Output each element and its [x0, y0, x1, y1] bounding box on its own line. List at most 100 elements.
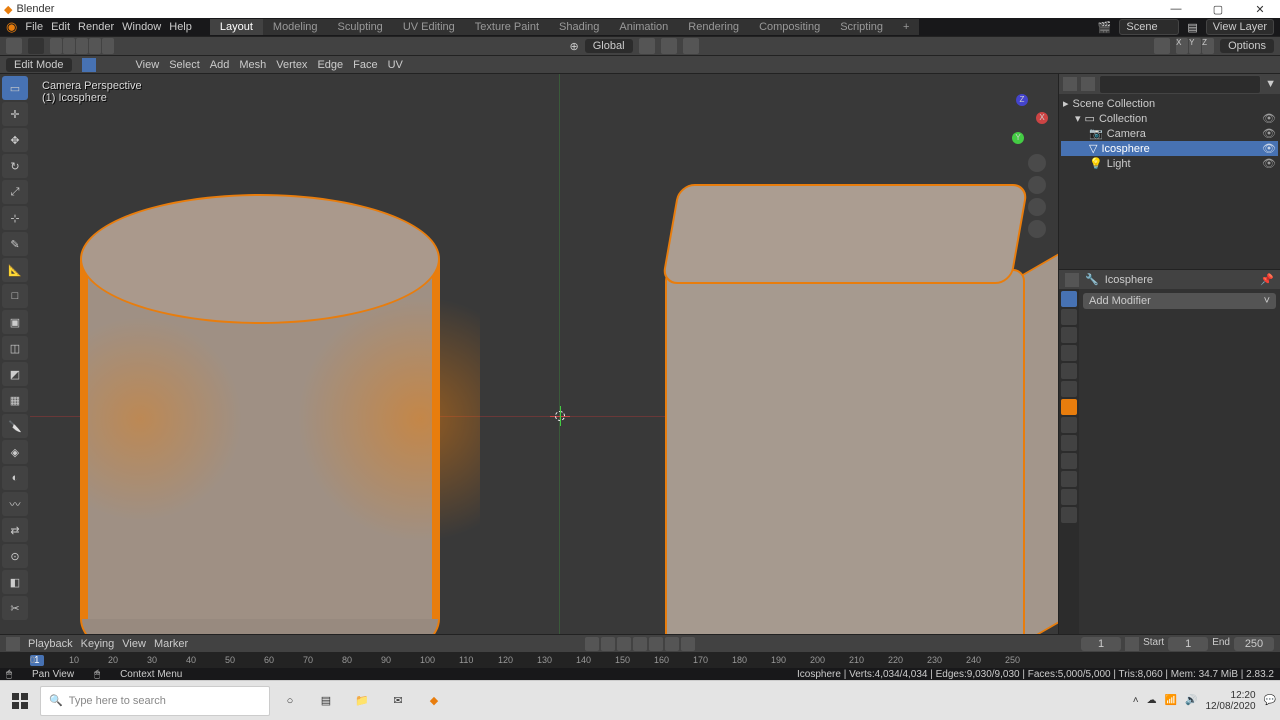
mode-dropdown[interactable]: Edit Mode: [6, 58, 72, 72]
camera-view-icon[interactable]: [1028, 198, 1046, 216]
edge-slide-tool[interactable]: ⇄: [2, 518, 28, 542]
snap-btn-1[interactable]: [50, 38, 62, 54]
visibility-toggle-icon[interactable]: 👁: [1262, 157, 1276, 170]
object-tab[interactable]: [1061, 399, 1077, 415]
playback-menu[interactable]: Playback: [28, 638, 73, 650]
edge-menu[interactable]: Edge: [317, 59, 343, 71]
particles-tab[interactable]: [1061, 435, 1077, 451]
menu-file[interactable]: File: [25, 21, 43, 33]
window-close-button[interactable]: ✕: [1244, 3, 1276, 16]
rotate-tool[interactable]: ↻: [2, 154, 28, 178]
visibility-toggle-icon[interactable]: 👁: [1262, 112, 1276, 125]
window-maximize-button[interactable]: ▢: [1202, 3, 1234, 16]
current-frame-field[interactable]: 1: [1081, 637, 1121, 651]
select-tool-icon[interactable]: [28, 38, 44, 54]
physics-tab[interactable]: [1061, 453, 1077, 469]
scene-tab[interactable]: [1061, 363, 1077, 379]
extrude-tool[interactable]: ▣: [2, 310, 28, 334]
options-dropdown[interactable]: Options: [1220, 39, 1274, 53]
perspective-toggle-icon[interactable]: [1028, 220, 1046, 238]
menu-render[interactable]: Render: [78, 21, 114, 33]
viewlayer-field[interactable]: View Layer: [1206, 19, 1274, 35]
cortana-icon[interactable]: ○: [274, 685, 306, 717]
visibility-toggle-icon[interactable]: 👁: [1262, 142, 1276, 155]
select-box-tool[interactable]: ▭: [2, 76, 28, 100]
preview-range-icon[interactable]: [1125, 637, 1139, 651]
outliner-scene-collection[interactable]: ▸ Scene Collection: [1061, 96, 1278, 111]
bevel-tool[interactable]: ◩: [2, 362, 28, 386]
axis-z-toggle[interactable]: Z: [1202, 38, 1214, 54]
jump-end-icon[interactable]: [681, 637, 695, 651]
snap-btn-5[interactable]: [102, 38, 114, 54]
material-tab[interactable]: [1061, 507, 1077, 523]
snap-btn-2[interactable]: [63, 38, 75, 54]
add-menu[interactable]: Add: [210, 59, 230, 71]
tab-modeling[interactable]: Modeling: [263, 19, 328, 35]
tab-rendering[interactable]: Rendering: [678, 19, 749, 35]
play-reverse-icon[interactable]: [633, 637, 647, 651]
timeline-track[interactable]: 1 01020304050607080901001101201301401501…: [0, 652, 1280, 668]
smooth-tool[interactable]: 〰: [2, 492, 28, 516]
gizmo-toggle-icon[interactable]: [1154, 38, 1170, 54]
outliner-collection[interactable]: ▾ ▭ Collection 👁: [1061, 111, 1278, 126]
snap-btn-3[interactable]: [76, 38, 88, 54]
move-tool[interactable]: ✥: [2, 128, 28, 152]
start-button[interactable]: [4, 685, 36, 717]
tab-uv-editing[interactable]: UV Editing: [393, 19, 465, 35]
modifiers-tab[interactable]: [1061, 417, 1077, 433]
outliner-item-icosphere[interactable]: ▽ Icosphere 👁: [1061, 141, 1278, 156]
tab-add-workspace[interactable]: +: [893, 19, 919, 35]
inset-tool[interactable]: ◫: [2, 336, 28, 360]
outliner-item-camera[interactable]: 📷 Camera 👁: [1061, 126, 1278, 141]
tab-layout[interactable]: Layout: [210, 19, 263, 35]
outliner[interactable]: ▸ Scene Collection ▾ ▭ Collection 👁 📷 Ca…: [1059, 94, 1280, 269]
start-frame-field[interactable]: 1: [1168, 637, 1208, 651]
chevron-up-icon[interactable]: ˄: [1133, 695, 1139, 706]
face-select-mode[interactable]: [112, 58, 126, 72]
tab-compositing[interactable]: Compositing: [749, 19, 830, 35]
outliner-search-input[interactable]: [1099, 75, 1261, 94]
task-view-icon[interactable]: ▤: [310, 685, 342, 717]
viewlayer-tab[interactable]: [1061, 345, 1077, 361]
jump-start-icon[interactable]: [601, 637, 615, 651]
select-menu[interactable]: Select: [169, 59, 200, 71]
timeline-editor-icon[interactable]: [6, 637, 20, 651]
zoom-icon[interactable]: [1028, 154, 1046, 172]
add-cube-tool[interactable]: □: [2, 284, 28, 308]
world-tab[interactable]: [1061, 381, 1077, 397]
menu-edit[interactable]: Edit: [51, 21, 70, 33]
mesh-data-tab[interactable]: [1061, 489, 1077, 505]
add-modifier-button[interactable]: Add Modifier ˅: [1083, 293, 1276, 309]
scene-field[interactable]: Scene: [1119, 19, 1179, 35]
notifications-icon[interactable]: 💬: [1264, 695, 1276, 706]
constraints-tab[interactable]: [1061, 471, 1077, 487]
edge-select-mode[interactable]: [97, 58, 111, 72]
navigation-gizmo[interactable]: X Y Z: [998, 94, 1048, 144]
pivot-icon[interactable]: [639, 38, 655, 54]
tab-texture-paint[interactable]: Texture Paint: [465, 19, 549, 35]
volume-icon[interactable]: 🔊: [1185, 695, 1197, 706]
pan-icon[interactable]: [1028, 176, 1046, 194]
jump-prev-keyframe-icon[interactable]: [617, 637, 631, 651]
play-icon[interactable]: [649, 637, 663, 651]
loopcut-tool[interactable]: ▦: [2, 388, 28, 412]
proportional-edit-icon[interactable]: [683, 38, 699, 54]
outliner-type-icon[interactable]: [1081, 77, 1095, 91]
file-explorer-icon[interactable]: 📁: [346, 685, 378, 717]
snap-toggle-icon[interactable]: [661, 38, 677, 54]
transform-orientation-dropdown[interactable]: Global: [585, 39, 633, 53]
shrink-tool[interactable]: ⊙: [2, 544, 28, 568]
outliner-filter-icon[interactable]: ▼: [1265, 78, 1276, 90]
wifi-icon[interactable]: 📶: [1165, 695, 1177, 706]
face-menu[interactable]: Face: [353, 59, 377, 71]
onedrive-icon[interactable]: ☁: [1147, 695, 1157, 706]
properties-editor-icon[interactable]: [1065, 273, 1079, 287]
axis-x-toggle[interactable]: X: [1176, 38, 1188, 54]
scale-tool[interactable]: ⤢: [2, 180, 28, 204]
pin-icon[interactable]: 📌: [1260, 273, 1274, 286]
spin-tool[interactable]: ◐: [2, 466, 28, 490]
view-menu[interactable]: View: [136, 59, 160, 71]
output-tab[interactable]: [1061, 327, 1077, 343]
autokey-icon[interactable]: [585, 637, 599, 651]
blender-taskbar-icon[interactable]: ◆: [418, 685, 450, 717]
